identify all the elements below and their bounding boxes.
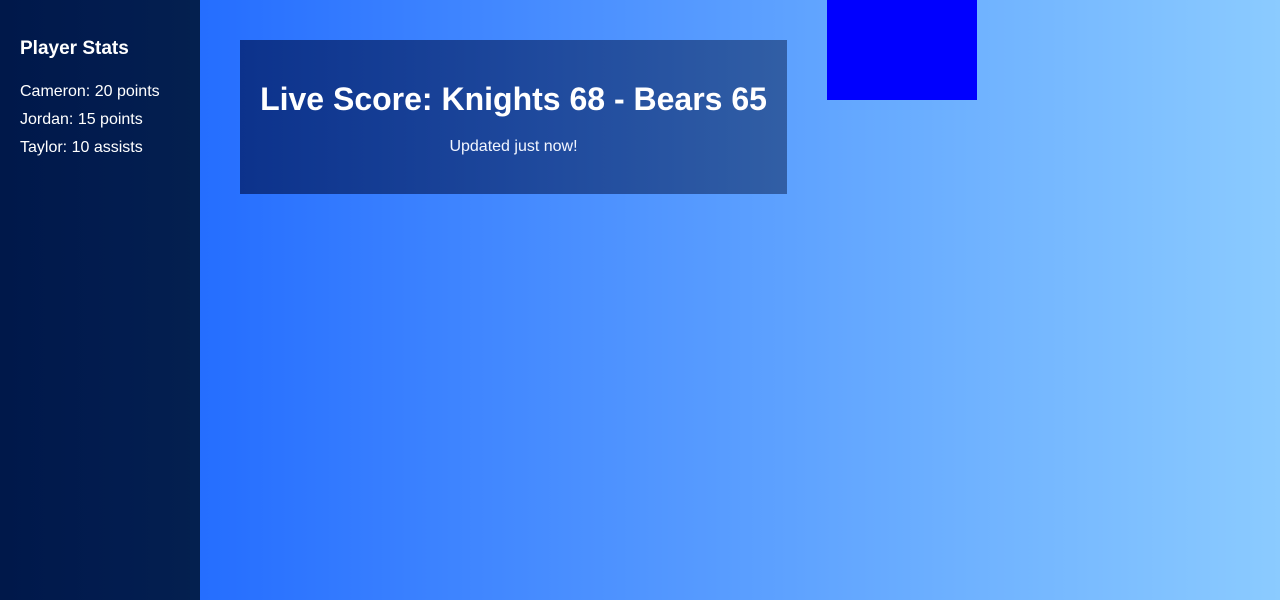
live-score-card: Live Score: Knights 68 - Bears 65 Update… (240, 40, 787, 194)
player-stat-item: Cameron: 20 points (20, 83, 160, 100)
player-stats-list: Cameron: 20 points Jordan: 15 points Tay… (20, 78, 180, 162)
blue-block (827, 0, 977, 100)
player-stat-item: Jordan: 15 points (20, 111, 143, 128)
live-score-title: Live Score: Knights 68 - Bears 65 (260, 81, 767, 117)
player-stat-item: Taylor: 10 assists (20, 139, 143, 156)
score-updated-status: Updated just now! (449, 138, 578, 155)
player-stats-sidebar: Player Stats Cameron: 20 points Jordan: … (0, 0, 200, 600)
sidebar-title: Player Stats (20, 38, 129, 59)
